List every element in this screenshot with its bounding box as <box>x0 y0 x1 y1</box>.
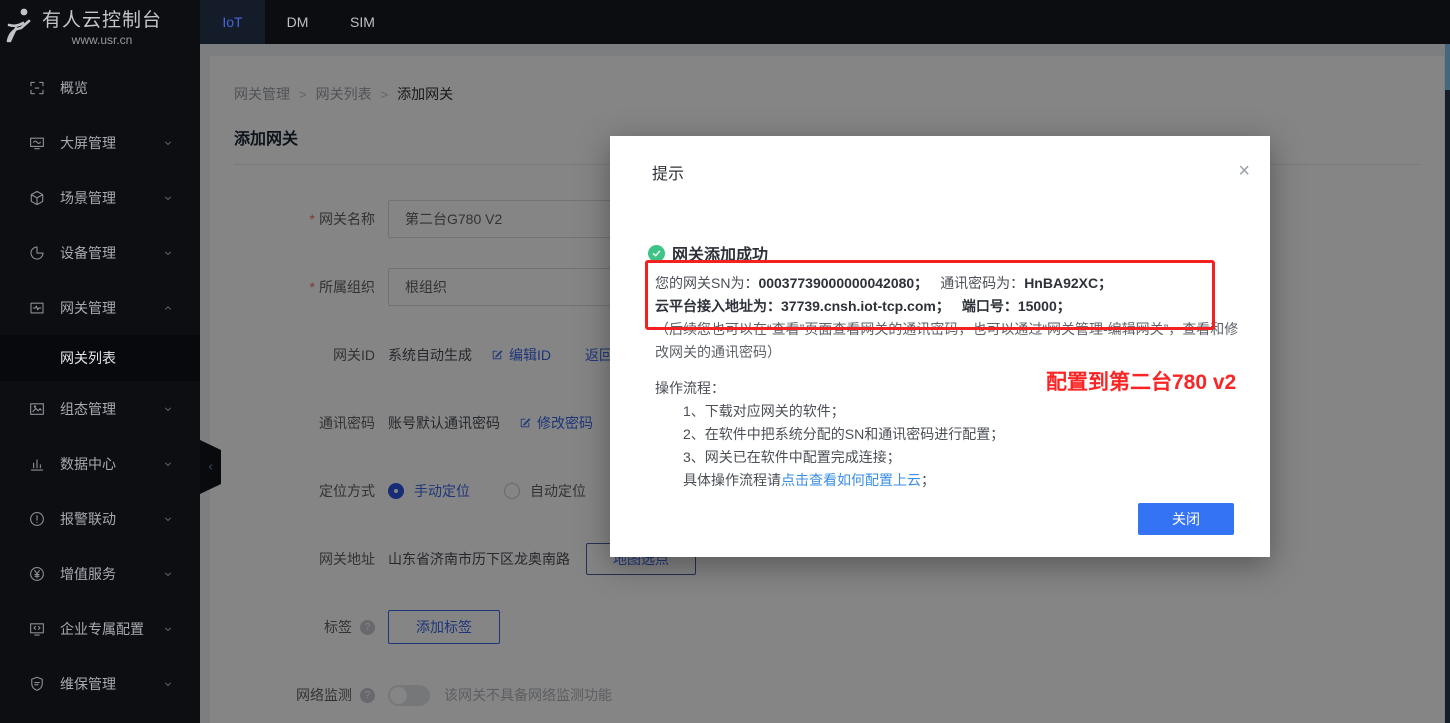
close-button[interactable]: 关闭 <box>1138 503 1234 535</box>
sidebar-item-维保管理[interactable]: 维保管理 <box>0 656 200 711</box>
modal-header: 提示 × <box>610 136 1270 184</box>
sidebar-item-label: 场景管理 <box>60 188 116 208</box>
scene-icon <box>28 189 46 207</box>
more-prefix: 具体操作流程请 <box>683 472 781 488</box>
chevron-down-icon <box>162 568 174 580</box>
note-line-2: 改网关的通讯密码） <box>655 341 1270 364</box>
overview-icon <box>28 79 46 97</box>
sn-value: 00037739000000042080； <box>758 275 928 291</box>
sidebar-item-组态管理[interactable]: 组态管理 <box>0 381 200 436</box>
sidebar: 有人云控制台 www.usr.cn 概览大屏管理场景管理设备管理网关管理网关列表… <box>0 0 200 723</box>
device-icon <box>28 244 46 262</box>
chevron-down-icon <box>162 623 174 635</box>
logo: 有人云控制台 www.usr.cn <box>0 0 200 52</box>
app-title: 有人云控制台 <box>42 5 162 32</box>
gateway-info: 您的网关SN为：00037739000000042080； 通讯密码为：HnBA9… <box>610 272 1270 364</box>
step-item: 2、在软件中把系统分配的SN和通讯密码进行配置； <box>655 423 1270 446</box>
maintenance-icon <box>28 675 46 693</box>
how-to-configure-link[interactable]: 点击查看如何配置上云 <box>781 469 921 492</box>
port-label: 端口号： <box>962 298 1018 314</box>
app-url: www.usr.cn <box>42 33 162 47</box>
sidebar-item-增值服务[interactable]: 增值服务 <box>0 546 200 601</box>
addr-value: 37739.cnsh.iot-tcp.com； <box>781 298 950 314</box>
step-item: 3、网关已在软件中配置完成连接； <box>655 446 1270 469</box>
sidebar-item-设备管理[interactable]: 设备管理 <box>0 225 200 280</box>
sidebar-item-扩展功能[interactable]: 扩展功能 <box>0 711 200 723</box>
sidebar-item-label: 概览 <box>60 78 88 98</box>
red-annotation-text: 配置到第二台780 v2 <box>1046 366 1236 396</box>
addr-line: 云平台接入地址为：37739.cnsh.iot-tcp.com； 端口号：1500… <box>655 295 1270 318</box>
chevron-down-icon <box>162 247 174 259</box>
chevron-up-icon <box>162 302 174 314</box>
sidebar-item-label: 维保管理 <box>60 674 116 694</box>
sidebar-item-label: 设备管理 <box>60 243 116 263</box>
vas-icon <box>28 565 46 583</box>
tip-modal: 提示 × 网关添加成功 您的网关SN为：00037739000000042080… <box>610 136 1270 557</box>
tab-SIM[interactable]: SIM <box>330 0 395 44</box>
steps-more: 具体操作流程请点击查看如何配置上云； <box>655 469 1270 492</box>
enterprise-icon <box>28 620 46 638</box>
addr-label: 云平台接入地址为： <box>655 298 781 314</box>
sn-line: 您的网关SN为：00037739000000042080； 通讯密码为：HnBA9… <box>655 272 1270 295</box>
success-title: 网关添加成功 <box>672 241 768 265</box>
alarm-icon <box>28 510 46 528</box>
modal-title: 提示 <box>652 166 684 183</box>
step-items: 1、下载对应网关的软件；2、在软件中把系统分配的SN和通讯密码进行配置；3、网关… <box>655 400 1270 469</box>
chevron-down-icon <box>162 513 174 525</box>
sidebar-item-网关管理[interactable]: 网关管理 <box>0 280 200 335</box>
sidebar-item-报警联动[interactable]: 报警联动 <box>0 491 200 546</box>
tab-IoT[interactable]: IoT <box>200 0 265 44</box>
sidebar-item-label: 组态管理 <box>60 399 116 419</box>
pwd-value: HnBA92XC； <box>1024 275 1112 291</box>
sidebar-item-label: 网关管理 <box>60 298 116 318</box>
sidebar-item-企业专属配置[interactable]: 企业专属配置 <box>0 601 200 656</box>
sidebar-item-label: 报警联动 <box>60 509 116 529</box>
pwd-label: 通讯密码为： <box>940 275 1024 291</box>
success-row: 网关添加成功 <box>648 241 1270 265</box>
more-suffix: ； <box>921 472 935 488</box>
sidebar-item-大屏管理[interactable]: 大屏管理 <box>0 115 200 170</box>
sidebar-item-概览[interactable]: 概览 <box>0 60 200 115</box>
sidebar-nav: 概览大屏管理场景管理设备管理网关管理网关列表组态管理数据中心报警联动增值服务企业… <box>0 60 200 723</box>
usr-logo-icon <box>4 5 36 45</box>
logo-text: 有人云控制台 www.usr.cn <box>42 5 162 47</box>
sidebar-subitem-网关列表[interactable]: 网关列表 <box>0 335 200 381</box>
port-value: 15000； <box>1018 298 1071 314</box>
sidebar-item-数据中心[interactable]: 数据中心 <box>0 436 200 491</box>
sidebar-item-场景管理[interactable]: 场景管理 <box>0 170 200 225</box>
chevron-down-icon <box>162 137 174 149</box>
screen: 有人云控制台 www.usr.cn 概览大屏管理场景管理设备管理网关管理网关列表… <box>0 0 1450 723</box>
check-circle-icon <box>648 245 665 262</box>
data-icon <box>28 455 46 473</box>
gateway-icon <box>28 299 46 317</box>
chevron-down-icon <box>162 678 174 690</box>
screen-icon <box>28 134 46 152</box>
sn-label: 您的网关SN为： <box>655 275 758 291</box>
chevron-down-icon <box>162 458 174 470</box>
sidebar-item-label: 企业专属配置 <box>60 619 144 639</box>
step-item: 1、下载对应网关的软件； <box>655 400 1270 423</box>
note-line-1: （后续您也可以在“查看”页面查看网关的通讯密码，也可以通过“网关管理-编辑网关”… <box>655 318 1270 341</box>
close-icon[interactable]: × <box>1238 162 1250 180</box>
hmi-icon <box>28 400 46 418</box>
sidebar-item-label: 增值服务 <box>60 564 116 584</box>
tab-DM[interactable]: DM <box>265 0 330 44</box>
scrollbar-track <box>1445 44 1450 723</box>
sidebar-item-label: 数据中心 <box>60 454 116 474</box>
topbar: IoTDMSIM <box>200 0 1450 44</box>
chevron-down-icon <box>162 192 174 204</box>
scrollbar-thumb[interactable] <box>1445 44 1450 90</box>
sidebar-item-label: 大屏管理 <box>60 133 116 153</box>
chevron-down-icon <box>162 403 174 415</box>
